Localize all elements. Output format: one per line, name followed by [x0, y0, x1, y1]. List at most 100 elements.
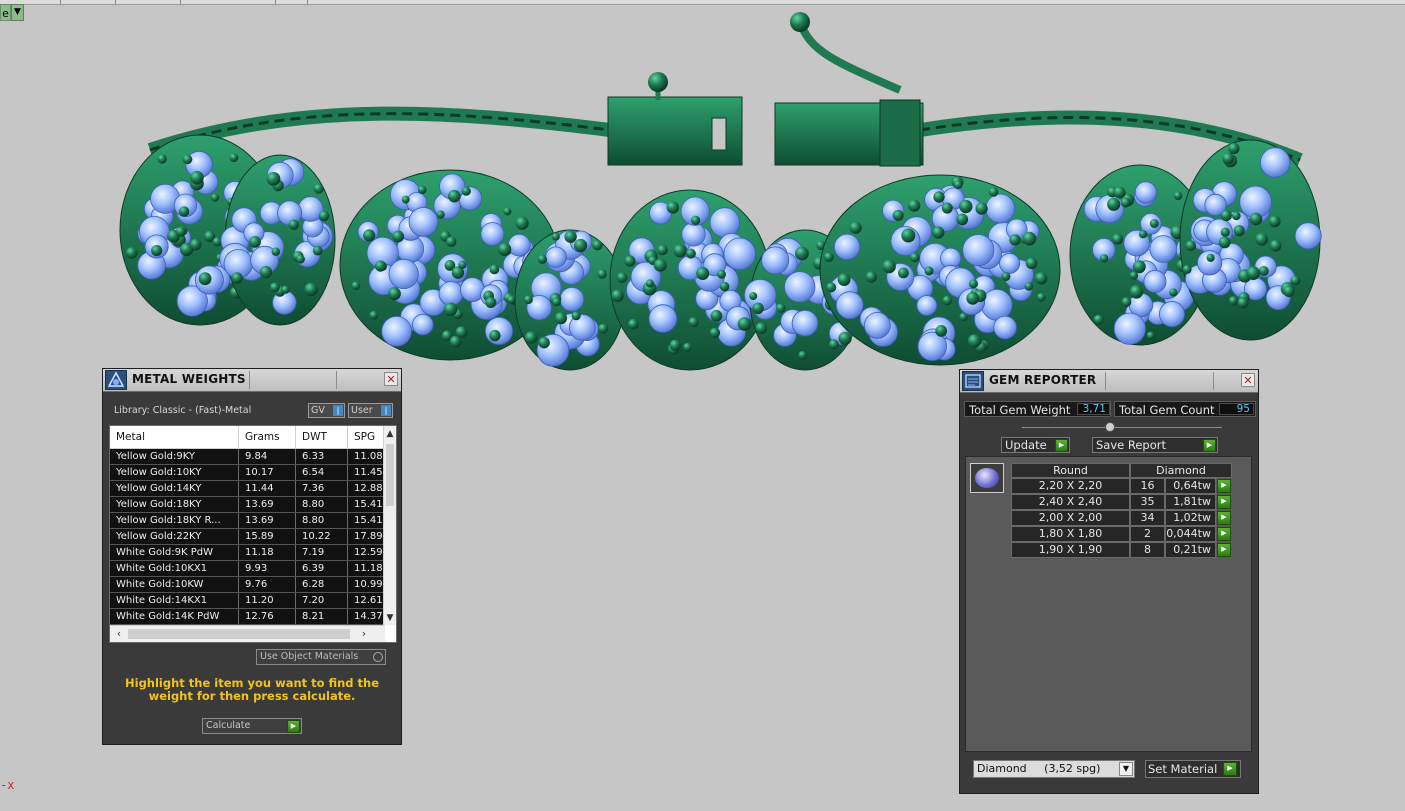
prong-bead	[551, 232, 560, 241]
close-icon[interactable]: ✕	[384, 372, 398, 386]
gem-row[interactable]: 2,00 X 2,00 34 1,02tw ▶	[1011, 510, 1232, 526]
close-icon[interactable]: ✕	[1241, 373, 1255, 387]
scroll-down-icon[interactable]: ▼	[384, 611, 396, 625]
prong-bead	[175, 226, 186, 237]
table-row[interactable]: Yellow Gold:14KY 11.44 7.36 12.88	[110, 481, 385, 497]
prong-bead	[924, 266, 934, 276]
prong-bead	[666, 201, 679, 214]
scroll-left-icon[interactable]: ‹	[112, 626, 126, 642]
table-row[interactable]: White Gold:14K PdW 12.76 8.21 14.37	[110, 609, 385, 625]
gem-row-select[interactable]: ▶	[1216, 542, 1232, 558]
horizontal-scrollbar[interactable]: ‹ ›	[110, 625, 385, 642]
gem-row-select[interactable]: ▶	[1216, 478, 1232, 494]
material-select[interactable]: Diamond (3,52 spg) ▼	[973, 760, 1135, 778]
metal-table[interactable]: Metal Grams DWT SPG Yellow Gold:9KY 9.84 6…	[109, 425, 397, 643]
prong-bead	[988, 187, 999, 197]
play-arrow-icon[interactable]: ▶	[1217, 511, 1231, 525]
prong-bead	[211, 193, 220, 202]
slider-handle[interactable]	[1105, 422, 1115, 432]
prong-bead	[524, 331, 538, 344]
play-arrow-icon[interactable]: ▶	[287, 720, 300, 733]
prong-bead	[882, 259, 896, 274]
panel-slider[interactable]	[1022, 422, 1222, 432]
gem-row-select[interactable]: ▶	[1216, 510, 1232, 526]
prong-bead	[537, 254, 548, 264]
play-arrow-icon[interactable]: ▶	[1217, 543, 1231, 557]
table-row[interactable]: White Gold:9K PdW 11.18 7.19 12.59	[110, 545, 385, 561]
play-arrow-icon[interactable]: ▶	[1203, 439, 1216, 452]
gem-reporter-titlebar[interactable]: GEM REPORTER ✕	[960, 370, 1258, 393]
scroll-thumb[interactable]	[386, 444, 394, 506]
spg-value: 12.61	[348, 593, 385, 608]
gem-table-body: 2,20 X 2,20 16 0,64tw ▶ 2,40 X 2,40 35 1,81tw ▶…	[1011, 478, 1232, 558]
prong-bead	[461, 186, 471, 196]
prong-bead	[849, 221, 862, 234]
gem-row[interactable]: 2,20 X 2,20 16 0,64tw ▶	[1011, 478, 1232, 494]
prong-bead	[685, 248, 696, 259]
table-row[interactable]: White Gold:10KW 9.76 6.28 10.99	[110, 577, 385, 593]
prong-bead	[673, 244, 687, 258]
gem-row-select[interactable]: ▶	[1216, 494, 1232, 510]
grams-value: 11.44	[239, 481, 296, 496]
play-arrow-icon[interactable]: ▶	[1217, 479, 1231, 493]
prong-bead	[552, 297, 561, 307]
metal-name: White Gold:9K PdW	[110, 545, 239, 560]
prong-bead	[269, 282, 280, 293]
vertical-scrollbar[interactable]: ▲ ▼	[383, 426, 396, 625]
prong-bead	[683, 342, 692, 352]
column-header-spg[interactable]: SPG	[348, 426, 385, 448]
table-row[interactable]: Yellow Gold:18KY R... 13.69 8.80 15.41	[110, 513, 385, 529]
gem-row[interactable]: 1,80 X 1,80 2 0,044tw ▶	[1011, 526, 1232, 542]
column-header-metal[interactable]: Metal	[110, 426, 239, 448]
gem-row[interactable]: 2,40 X 2,40 35 1,81tw ▶	[1011, 494, 1232, 510]
grams-value: 11.20	[239, 593, 296, 608]
table-row[interactable]: Yellow Gold:9KY 9.84 6.33 11.08	[110, 449, 385, 465]
table-row[interactable]: White Gold:14KX1 11.20 7.20 12.61	[110, 593, 385, 609]
clasp-lever	[796, 20, 902, 94]
prong-bead	[956, 213, 969, 226]
diamond-stone	[1113, 312, 1146, 345]
table-row[interactable]: Yellow Gold:18KY 13.69 8.80 15.41	[110, 497, 385, 513]
prong-bead	[942, 295, 953, 306]
save-report-button[interactable]: Save Report ▶	[1092, 437, 1218, 453]
play-arrow-icon[interactable]: ▶	[1223, 762, 1237, 776]
play-arrow-icon[interactable]: ▶	[1217, 527, 1231, 541]
column-header-grams[interactable]: Grams	[239, 426, 296, 448]
metal-weights-titlebar[interactable]: METAL WEIGHTS ✕	[103, 369, 401, 392]
update-button[interactable]: Update ▶	[1001, 437, 1070, 453]
scroll-up-icon[interactable]: ▲	[384, 427, 396, 441]
instruction-hint: Highlight the item you want to find the …	[125, 676, 379, 703]
calculate-button[interactable]: Calculate ▶	[202, 718, 302, 734]
prong-bead	[696, 267, 710, 280]
prong-bead	[564, 230, 577, 243]
play-arrow-icon[interactable]: ▶	[1055, 439, 1068, 452]
prong-bead	[653, 258, 667, 272]
diamond-stone	[438, 281, 464, 306]
prong-bead	[1093, 314, 1104, 325]
prong-bead	[392, 230, 405, 243]
scroll-right-icon[interactable]: ›	[357, 626, 371, 642]
table-row[interactable]: Yellow Gold:10KY 10.17 6.54 11.45	[110, 465, 385, 481]
play-arrow-icon[interactable]: ▶	[1217, 495, 1231, 509]
round-diamond-icon[interactable]	[970, 463, 1004, 493]
use-object-materials-option[interactable]: Use Object Materials	[256, 649, 386, 665]
gem-row[interactable]: 1,90 X 1,90 8 0,21tw ▶	[1011, 542, 1232, 558]
set-material-button[interactable]: Set Material ▶	[1145, 760, 1241, 778]
gem-row-select[interactable]: ▶	[1216, 526, 1232, 542]
prong-bead	[524, 295, 533, 304]
gv-toggle[interactable]: GV |	[308, 403, 345, 418]
table-row[interactable]: White Gold:10KX1 9.93 6.39 11.18	[110, 561, 385, 577]
table-row[interactable]: Yellow Gold:22KY 15.89 10.22 17.89	[110, 529, 385, 545]
radio-icon[interactable]	[373, 652, 383, 662]
scroll-thumb[interactable]	[128, 629, 350, 639]
metal-name: White Gold:14KX1	[110, 593, 239, 608]
spg-value: 12.88	[348, 481, 385, 496]
dwt-value: 6.54	[296, 465, 348, 480]
column-header-dwt[interactable]: DWT	[296, 426, 348, 448]
prong-bead	[448, 189, 461, 203]
chevron-down-icon[interactable]: ▼	[1119, 762, 1133, 776]
prong-bead	[554, 312, 568, 325]
user-toggle[interactable]: User |	[348, 403, 393, 418]
calculate-label: Calculate	[206, 720, 251, 731]
dwt-value: 6.28	[296, 577, 348, 592]
